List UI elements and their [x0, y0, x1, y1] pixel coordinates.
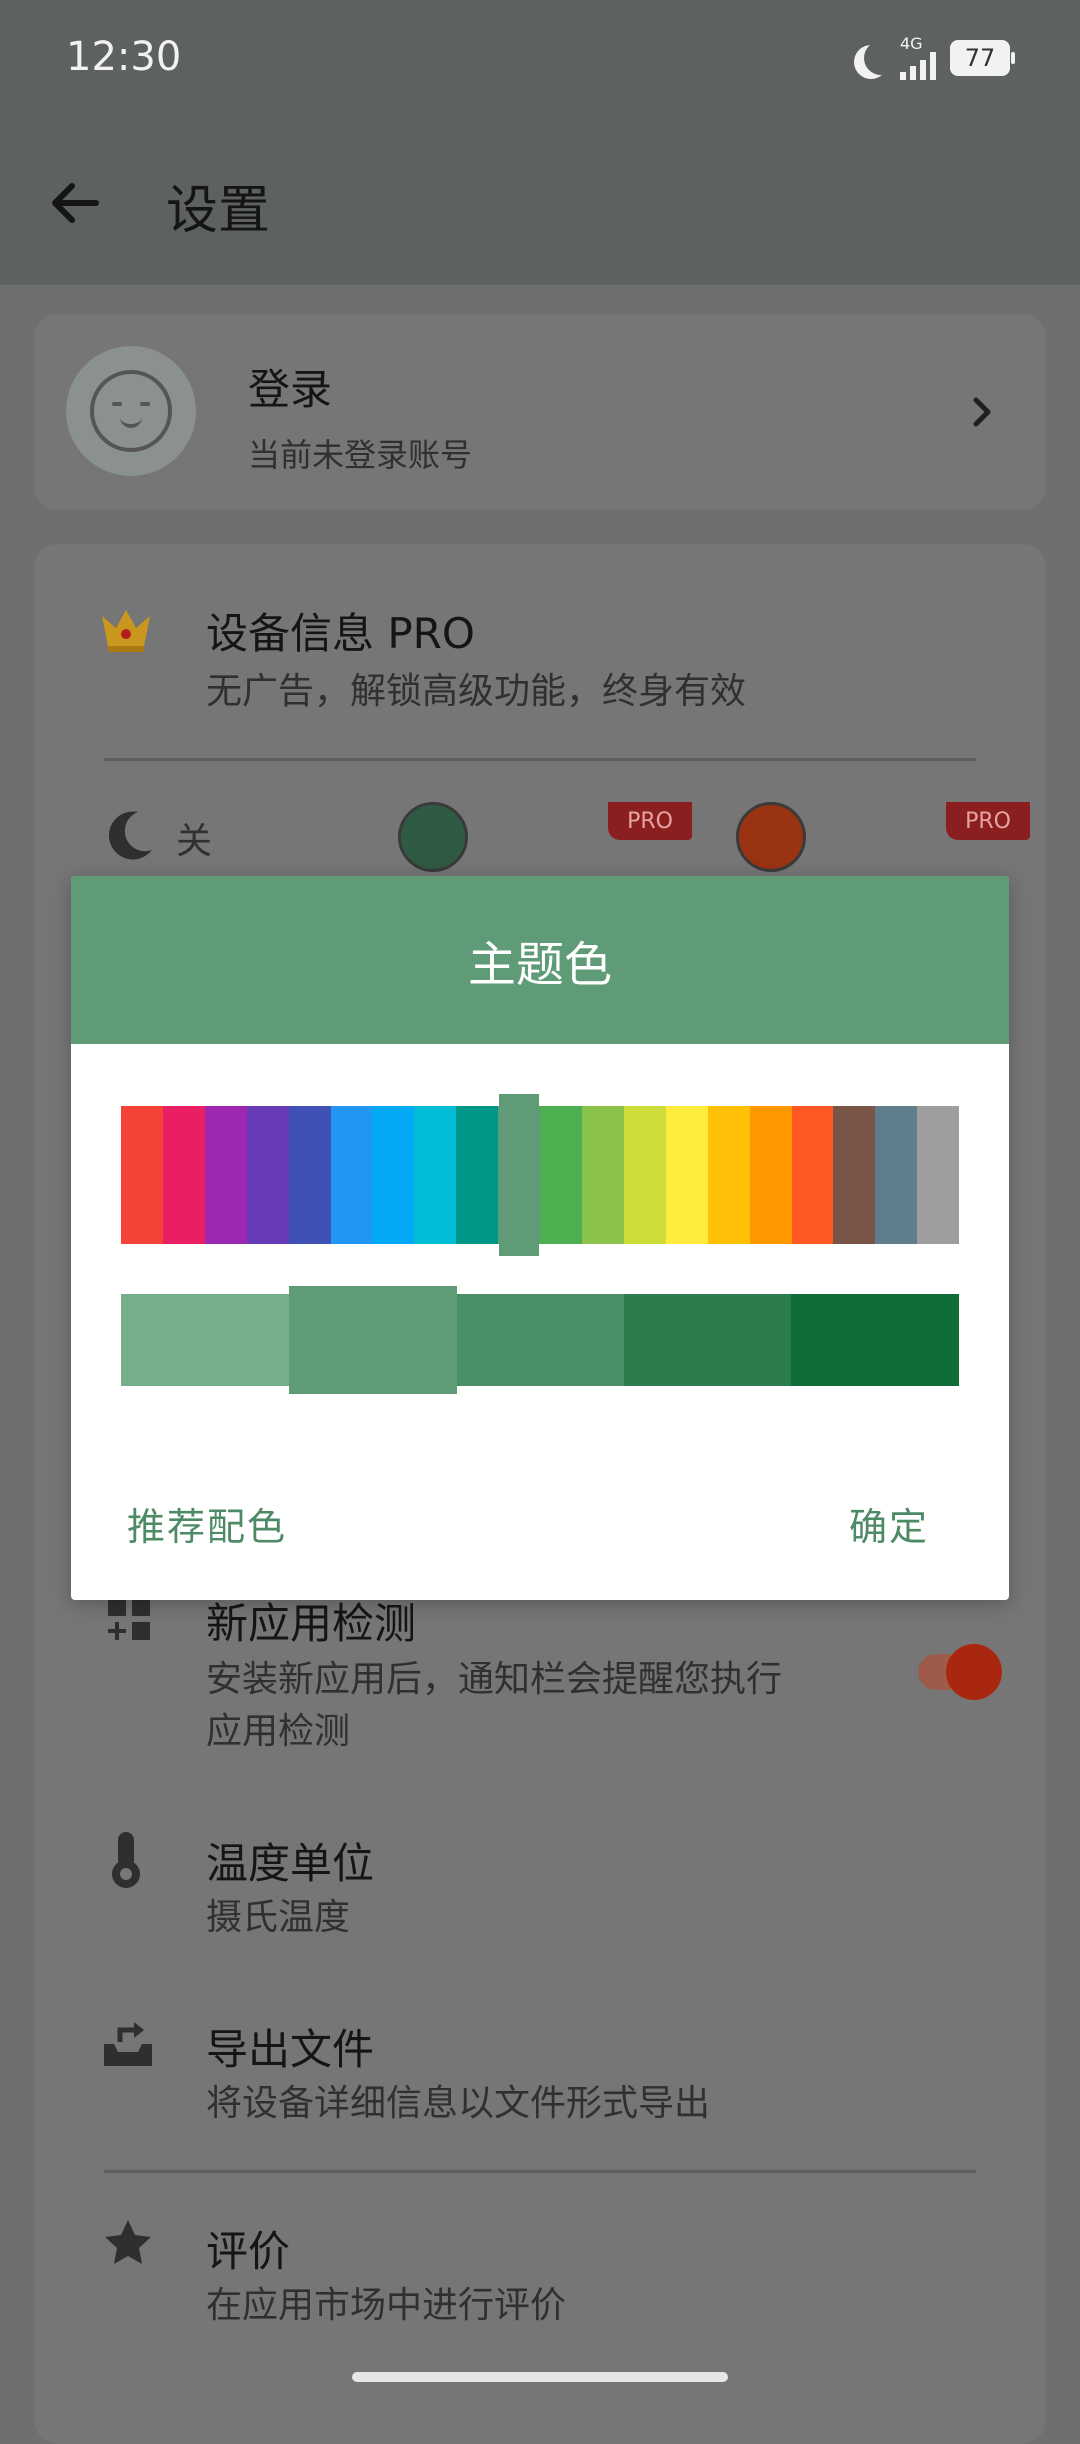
color-palette	[121, 1106, 960, 1244]
export-subtitle: 将设备详细信息以文件形式导出	[206, 2083, 711, 2124]
palette-color-chip[interactable]	[246, 1106, 289, 1244]
palette-color-chip[interactable]	[540, 1106, 582, 1244]
new-app-subtitle: 安装新应用后，通知栏会提醒您执行	[206, 1659, 783, 1700]
export-title[interactable]: 导出文件	[206, 2016, 374, 2077]
dialog-header: 主题色	[71, 876, 1009, 1044]
palette-color-chip[interactable]	[665, 1106, 708, 1244]
star-icon	[100, 2216, 156, 2276]
palette-color-chip[interactable]	[288, 1106, 331, 1244]
pro-subtitle: 无广告，解锁高级功能，终身有效	[206, 671, 747, 712]
dialog-title: 主题色	[467, 937, 612, 993]
moon-icon[interactable]	[100, 806, 156, 866]
apps-icon	[104, 1594, 154, 1648]
shade-color-chip[interactable]	[456, 1294, 624, 1386]
palette-selected-chip[interactable]	[499, 1094, 539, 1256]
shade-color-chip[interactable]	[791, 1294, 959, 1386]
dark-mode-label: 关	[176, 821, 213, 862]
thermometer-icon	[106, 1830, 146, 1894]
crown-icon	[96, 598, 156, 662]
app-bar	[0, 120, 1080, 285]
status-time: 12:30	[66, 34, 182, 80]
battery-level: 77	[964, 44, 996, 72]
avatar	[66, 346, 196, 476]
back-arrow-icon[interactable]	[40, 168, 110, 238]
theme-color-dialog: 主题色 推荐配色 确定	[71, 876, 1009, 1600]
chevron-right-icon	[962, 392, 1002, 432]
temp-unit-subtitle: 摄氏温度	[206, 1897, 351, 1938]
toggle-knob[interactable]	[946, 1644, 1002, 1700]
pro-title[interactable]: 设备信息 PRO	[206, 600, 475, 661]
face-icon	[90, 370, 172, 452]
divider	[104, 2170, 976, 2173]
palette-color-chip[interactable]	[875, 1106, 918, 1244]
do-not-disturb-icon	[864, 41, 898, 75]
palette-color-chip[interactable]	[581, 1106, 624, 1244]
rate-title[interactable]: 评价	[206, 2218, 290, 2279]
home-indicator[interactable]	[352, 2372, 728, 2382]
temp-unit-title[interactable]: 温度单位	[206, 1830, 374, 1891]
palette-color-chip[interactable]	[833, 1106, 876, 1244]
battery-icon: 77	[950, 40, 1015, 76]
shade-selected-chip[interactable]	[289, 1286, 457, 1394]
shade-color-chip[interactable]	[623, 1294, 792, 1386]
pro-badge: PRO	[608, 802, 692, 840]
palette-color-chip[interactable]	[414, 1106, 457, 1244]
network-type: 4G	[900, 34, 923, 53]
palette-color-chip[interactable]	[121, 1106, 163, 1244]
recommend-colors-button[interactable]: 推荐配色	[127, 1496, 287, 1551]
shade-color-chip[interactable]	[121, 1294, 289, 1386]
palette-color-chip[interactable]	[749, 1106, 792, 1244]
palette-color-chip[interactable]	[707, 1106, 750, 1244]
palette-color-chip[interactable]	[791, 1106, 834, 1244]
new-app-subtitle-2: 应用检测	[206, 1711, 351, 1752]
palette-color-chip[interactable]	[162, 1106, 205, 1244]
export-icon	[100, 2014, 156, 2074]
palette-color-chip[interactable]	[372, 1106, 415, 1244]
theme-swatch-green[interactable]	[398, 802, 468, 872]
theme-swatch-red[interactable]	[736, 802, 806, 872]
page-title: 设置	[166, 181, 271, 241]
ok-button[interactable]: 确定	[849, 1496, 929, 1551]
login-title: 登录	[248, 365, 333, 414]
login-subtitle: 当前未登录账号	[248, 436, 473, 474]
palette-color-chip[interactable]	[623, 1106, 666, 1244]
rate-subtitle: 在应用市场中进行评价	[206, 2285, 567, 2326]
pro-badge: PRO	[946, 802, 1030, 840]
shade-palette	[121, 1294, 959, 1386]
palette-color-chip[interactable]	[204, 1106, 247, 1244]
palette-color-chip[interactable]	[917, 1106, 960, 1244]
divider	[104, 758, 976, 761]
palette-color-chip[interactable]	[456, 1106, 499, 1244]
signal-icon: 4G	[900, 36, 936, 80]
status-icons: 4G 77	[852, 36, 1015, 80]
palette-color-chip[interactable]	[330, 1106, 373, 1244]
